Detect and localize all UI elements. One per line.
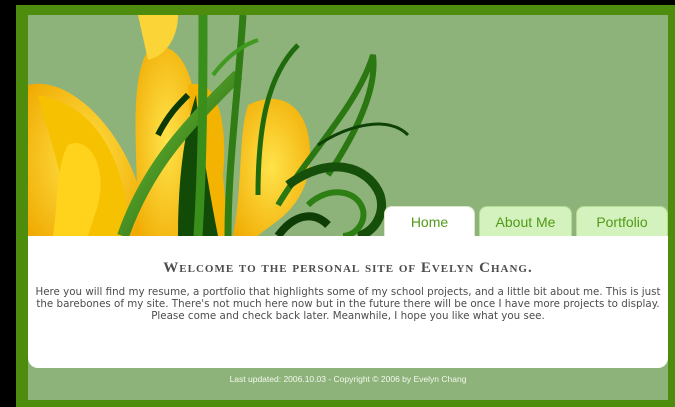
sunflower-image <box>28 15 410 236</box>
intro-paragraph: Here you will find my resume, a portfoli… <box>35 286 661 322</box>
tab-portfolio[interactable]: Portfolio <box>576 206 668 236</box>
welcome-prefix: Welcome to the personal site of <box>163 260 421 276</box>
main-content: Welcome to the personal site of Evelyn C… <box>28 236 668 368</box>
footer-text: Last updated: 2006.10.03 - Copyright © 2… <box>229 374 467 384</box>
welcome-heading: Welcome to the personal site of Evelyn C… <box>28 260 668 277</box>
page-container: Home About Me Portfolio Welcome to the p… <box>28 15 668 400</box>
tab-home[interactable]: Home <box>384 206 475 236</box>
nav-tabs: Home About Me Portfolio <box>382 206 668 236</box>
header-banner <box>28 15 668 236</box>
welcome-name: Evelyn Chang. <box>420 260 533 276</box>
tab-about-me[interactable]: About Me <box>479 206 572 236</box>
